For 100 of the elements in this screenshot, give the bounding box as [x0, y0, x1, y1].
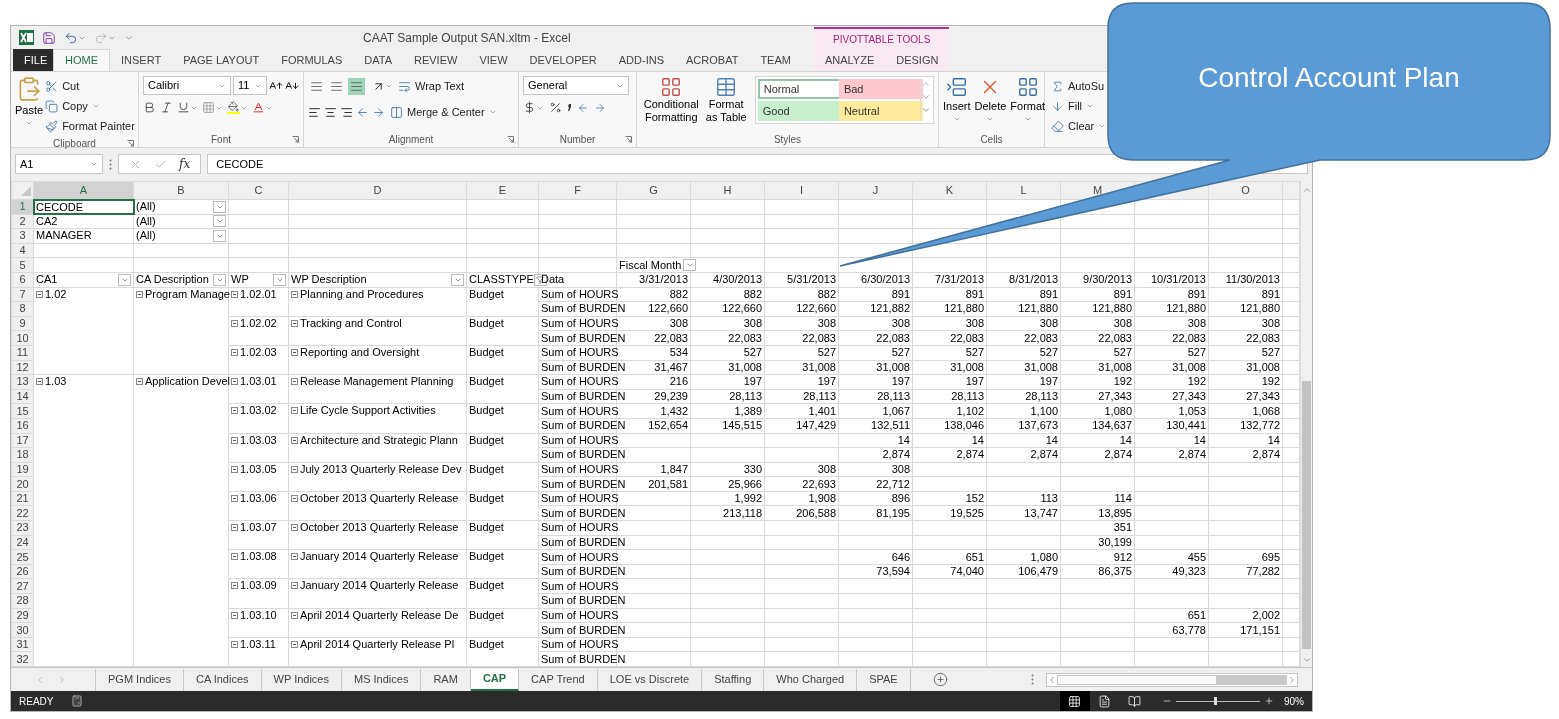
collapse-icon[interactable] — [291, 319, 298, 327]
ribbon-tab[interactable]: REVIEW — [403, 49, 469, 71]
column-header[interactable]: I — [799, 184, 804, 197]
clear-button[interactable]: Clear — [1049, 116, 1109, 136]
collapse-icon[interactable] — [36, 378, 43, 386]
vertical-scrollbar[interactable] — [1300, 181, 1312, 667]
ribbon-tab[interactable]: FORMULAS — [270, 49, 354, 71]
sheet-tab[interactable]: PGM Indices — [96, 668, 184, 691]
column-header[interactable]: F — [574, 184, 581, 197]
ribbon-tab[interactable]: HOME — [53, 49, 110, 71]
format-button[interactable]: Format — [1010, 76, 1046, 123]
column-header[interactable]: K — [945, 184, 954, 197]
collapse-icon[interactable] — [291, 407, 298, 415]
splitter-handle-icon[interactable] — [1031, 674, 1034, 685]
collapse-icon[interactable] — [291, 611, 298, 619]
font-size-field[interactable]: 11 — [233, 76, 267, 95]
cell-style[interactable]: Neutral — [838, 101, 923, 121]
column-header[interactable]: B — [177, 184, 185, 197]
column-header[interactable]: J — [872, 184, 879, 197]
collapse-icon[interactable] — [231, 319, 238, 327]
wrap-text-button[interactable]: Wrap Text — [396, 76, 467, 96]
slider-thumb[interactable] — [1214, 697, 1218, 705]
zoom-level[interactable]: 90% — [1284, 693, 1304, 709]
insert-button[interactable]: Insert — [943, 76, 971, 123]
sheet-tab[interactable]: CAP — [470, 668, 520, 691]
sheet-tab[interactable]: CA Indices — [183, 668, 262, 691]
sheet-tab[interactable]: LOE vs Discrete — [597, 668, 703, 691]
column-header[interactable]: C — [254, 184, 263, 197]
fill-button[interactable]: Fill — [1049, 96, 1109, 116]
conditional-formatting-button[interactable]: Conditional Formatting — [641, 76, 702, 124]
name-box[interactable]: A1 — [15, 154, 103, 174]
collapse-icon[interactable] — [291, 553, 298, 561]
collapse-icon[interactable] — [231, 494, 238, 502]
paste-button[interactable]: Paste — [15, 76, 44, 127]
collapse-icon[interactable] — [291, 290, 298, 298]
dialog-launcher-icon[interactable] — [507, 136, 514, 143]
ribbon-tab[interactable]: DESIGN — [885, 49, 950, 71]
cut-button[interactable]: Cut — [43, 76, 137, 96]
dialog-launcher-icon[interactable] — [292, 136, 299, 143]
collapse-icon[interactable] — [291, 378, 298, 386]
sheet-tab[interactable]: SPAE — [857, 668, 911, 691]
collapse-icon[interactable] — [136, 378, 143, 386]
cell-style[interactable]: Normal — [757, 79, 842, 99]
ribbon-tab[interactable]: INSERT — [110, 49, 173, 71]
autosum-button[interactable]: AutoSu — [1049, 76, 1109, 96]
ribbon-tab[interactable]: ANALYZE — [813, 49, 886, 71]
column-header[interactable]: L — [1020, 184, 1027, 197]
delete-button[interactable]: Delete — [974, 76, 1007, 123]
dropdown-button[interactable] — [213, 230, 226, 242]
column-header[interactable]: O — [1241, 184, 1250, 197]
dialog-launcher-icon[interactable] — [625, 136, 632, 143]
font-name-field[interactable]: Calibri — [143, 76, 231, 95]
scroll-thumb[interactable] — [1057, 674, 1217, 685]
column-header[interactable]: G — [649, 184, 658, 197]
selected-cell[interactable]: CA2 — [33, 214, 134, 229]
format-as-table-button[interactable]: Format as Table — [701, 76, 751, 124]
ribbon-tab[interactable]: DEVELOPER — [518, 49, 608, 71]
sheet-tab[interactable]: MS Indices — [342, 668, 422, 691]
sheet-tab[interactable]: WP Indices — [261, 668, 342, 691]
collapse-icon[interactable] — [231, 524, 238, 532]
ribbon-tab[interactable]: TEAM — [749, 49, 802, 71]
sheet-tab[interactable]: CAP Trend — [519, 668, 598, 691]
collapse-icon[interactable] — [291, 494, 298, 502]
collapse-icon[interactable] — [36, 290, 43, 298]
ribbon-tab[interactable]: ADD-INS — [607, 49, 675, 71]
dialog-launcher-icon[interactable] — [127, 140, 134, 147]
collapse-icon[interactable] — [291, 524, 298, 532]
collapse-icon[interactable] — [231, 640, 238, 648]
column-header[interactable]: M — [1092, 184, 1103, 197]
number-format-field[interactable]: General — [523, 76, 629, 95]
collapse-icon[interactable] — [291, 640, 298, 648]
sheet-tab[interactable]: Staffing — [702, 668, 765, 691]
collapse-icon[interactable] — [136, 290, 143, 298]
ribbon-tab[interactable]: FILE — [13, 49, 53, 71]
collapse-icon[interactable] — [291, 582, 298, 590]
collapse-icon[interactable] — [231, 553, 238, 561]
ribbon-tab[interactable]: DATA — [353, 49, 403, 71]
collapse-icon[interactable] — [291, 436, 298, 444]
collapse-icon[interactable] — [291, 348, 298, 356]
selected-cell[interactable]: MANAGER — [33, 228, 134, 244]
collapse-icon[interactable] — [231, 348, 238, 356]
copy-button[interactable]: Copy — [43, 96, 137, 116]
collapse-icon[interactable] — [231, 582, 238, 590]
ribbon-tab[interactable]: ACROBAT — [675, 49, 750, 71]
horizontal-scrollbar[interactable] — [1046, 672, 1298, 687]
cell-style[interactable]: Bad — [838, 79, 923, 99]
sheet-tab[interactable]: Who Charged — [764, 668, 858, 691]
column-header[interactable]: E — [498, 184, 507, 197]
ribbon-tab[interactable]: PAGE LAYOUT — [172, 49, 271, 71]
merge-center-button[interactable]: Merge & Center — [388, 102, 499, 122]
cell-style[interactable]: Good — [757, 101, 842, 121]
ribbon-tab[interactable]: VIEW — [468, 49, 519, 71]
selected-cell[interactable]: CECODE — [33, 199, 134, 215]
format-painter-button[interactable]: Format Painter — [43, 116, 137, 136]
collapse-icon[interactable] — [231, 290, 238, 298]
collapse-icon[interactable] — [231, 407, 238, 415]
collapse-icon[interactable] — [231, 378, 238, 386]
column-header[interactable]: H — [723, 184, 732, 197]
collapse-icon[interactable] — [291, 465, 298, 473]
column-header[interactable]: A — [79, 184, 88, 196]
